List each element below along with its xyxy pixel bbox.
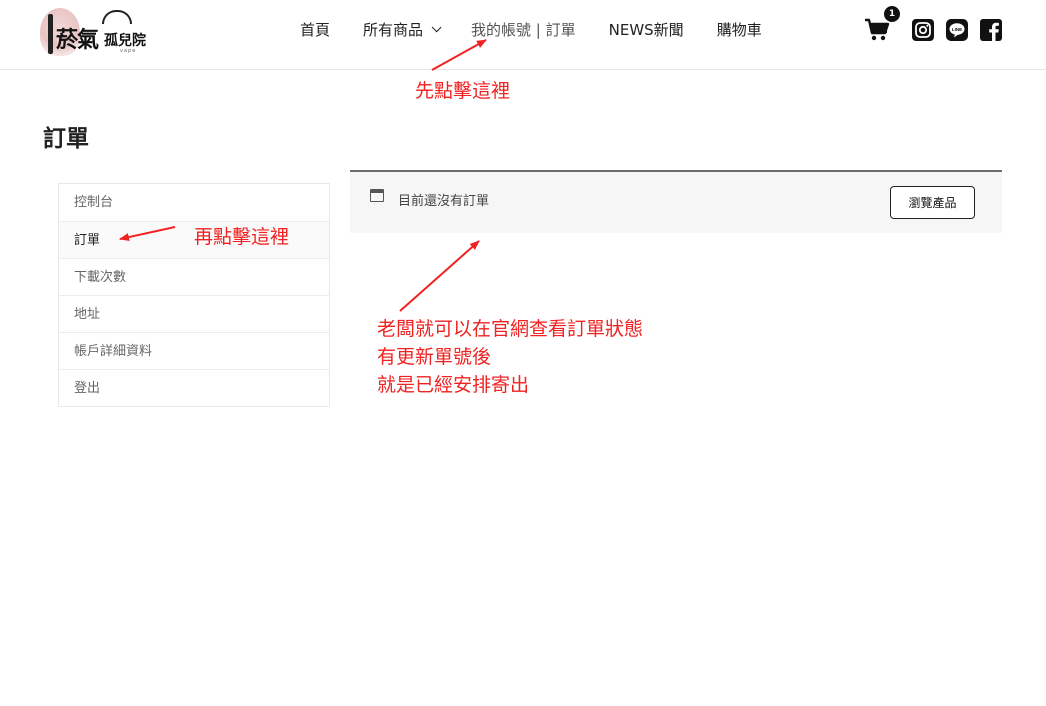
instagram-icon[interactable] (912, 19, 934, 41)
nav-my-account-orders[interactable]: 我的帳號 | 訂單 (471, 19, 576, 40)
nav-news-label: NEWS新聞 (608, 21, 684, 39)
cart-count-badge: 1 (884, 6, 900, 22)
account-nav-addresses[interactable]: 地址 (59, 295, 329, 332)
account-nav-dashboard[interactable]: 控制台 (59, 184, 329, 221)
annotation-note-line2: 有更新單號後 (377, 346, 492, 368)
svg-text:LINE: LINE (952, 27, 962, 32)
nav-all-products[interactable]: 所有商品 (363, 19, 442, 40)
chevron-down-icon (431, 22, 442, 33)
logo-subtitle: 孤兒院 (104, 33, 146, 49)
notice-message: 目前還沒有訂單 (398, 194, 490, 209)
page-title: 訂單 (43, 126, 89, 152)
nav-home-label: 首頁 (300, 21, 331, 39)
no-orders-notice: 目前還沒有訂單 瀏覽產品 (350, 170, 1002, 233)
annotation-step1: 先點擊這裡 (415, 80, 511, 102)
account-navigation: 控制台 訂單 下載次數 地址 帳戶詳細資料 登出 (58, 183, 330, 407)
browse-products-button[interactable]: 瀏覽產品 (890, 186, 975, 219)
cart-icon[interactable]: 1 (864, 6, 900, 42)
main-nav: 首頁 所有商品 我的帳號 | 訂單 NEWS新聞 購物車 (300, 19, 762, 40)
nav-home[interactable]: 首頁 (300, 19, 330, 40)
account-nav-account-details[interactable]: 帳戶詳細資料 (59, 332, 329, 369)
logo-title: 菸氣 (56, 27, 99, 53)
logo-smoke-mark (102, 10, 132, 24)
nav-all-products-label: 所有商品 (363, 21, 424, 39)
cart-icon-glyph (865, 18, 890, 41)
annotation-note-line1: 老闆就可以在官網查看訂單狀態 (377, 318, 644, 340)
line-icon[interactable]: LINE (946, 19, 968, 41)
facebook-icon[interactable] (980, 19, 1002, 41)
site-header: 菸氣 孤兒院 vape 首頁 所有商品 我的帳號 | 訂單 NEWS新聞 購物車… (0, 0, 1046, 70)
nav-cart-label: 購物車 (716, 21, 762, 39)
site-logo[interactable]: 菸氣 孤兒院 vape (40, 8, 155, 56)
nav-cart[interactable]: 購物車 (717, 19, 762, 40)
logo-figure-bar (48, 14, 53, 54)
account-nav-downloads[interactable]: 下載次數 (59, 258, 329, 295)
nav-my-account-label: 我的帳號 | 訂單 (471, 21, 576, 39)
logo-tagline: vape (120, 48, 137, 54)
nav-news[interactable]: NEWS新聞 (609, 19, 684, 40)
arrow-to-notice (399, 240, 480, 312)
window-icon (370, 189, 384, 202)
account-nav-logout[interactable]: 登出 (59, 369, 329, 406)
annotation-note-line3: 就是已經安排寄出 (377, 374, 530, 396)
annotation-step2: 再點擊這裡 (194, 226, 290, 248)
